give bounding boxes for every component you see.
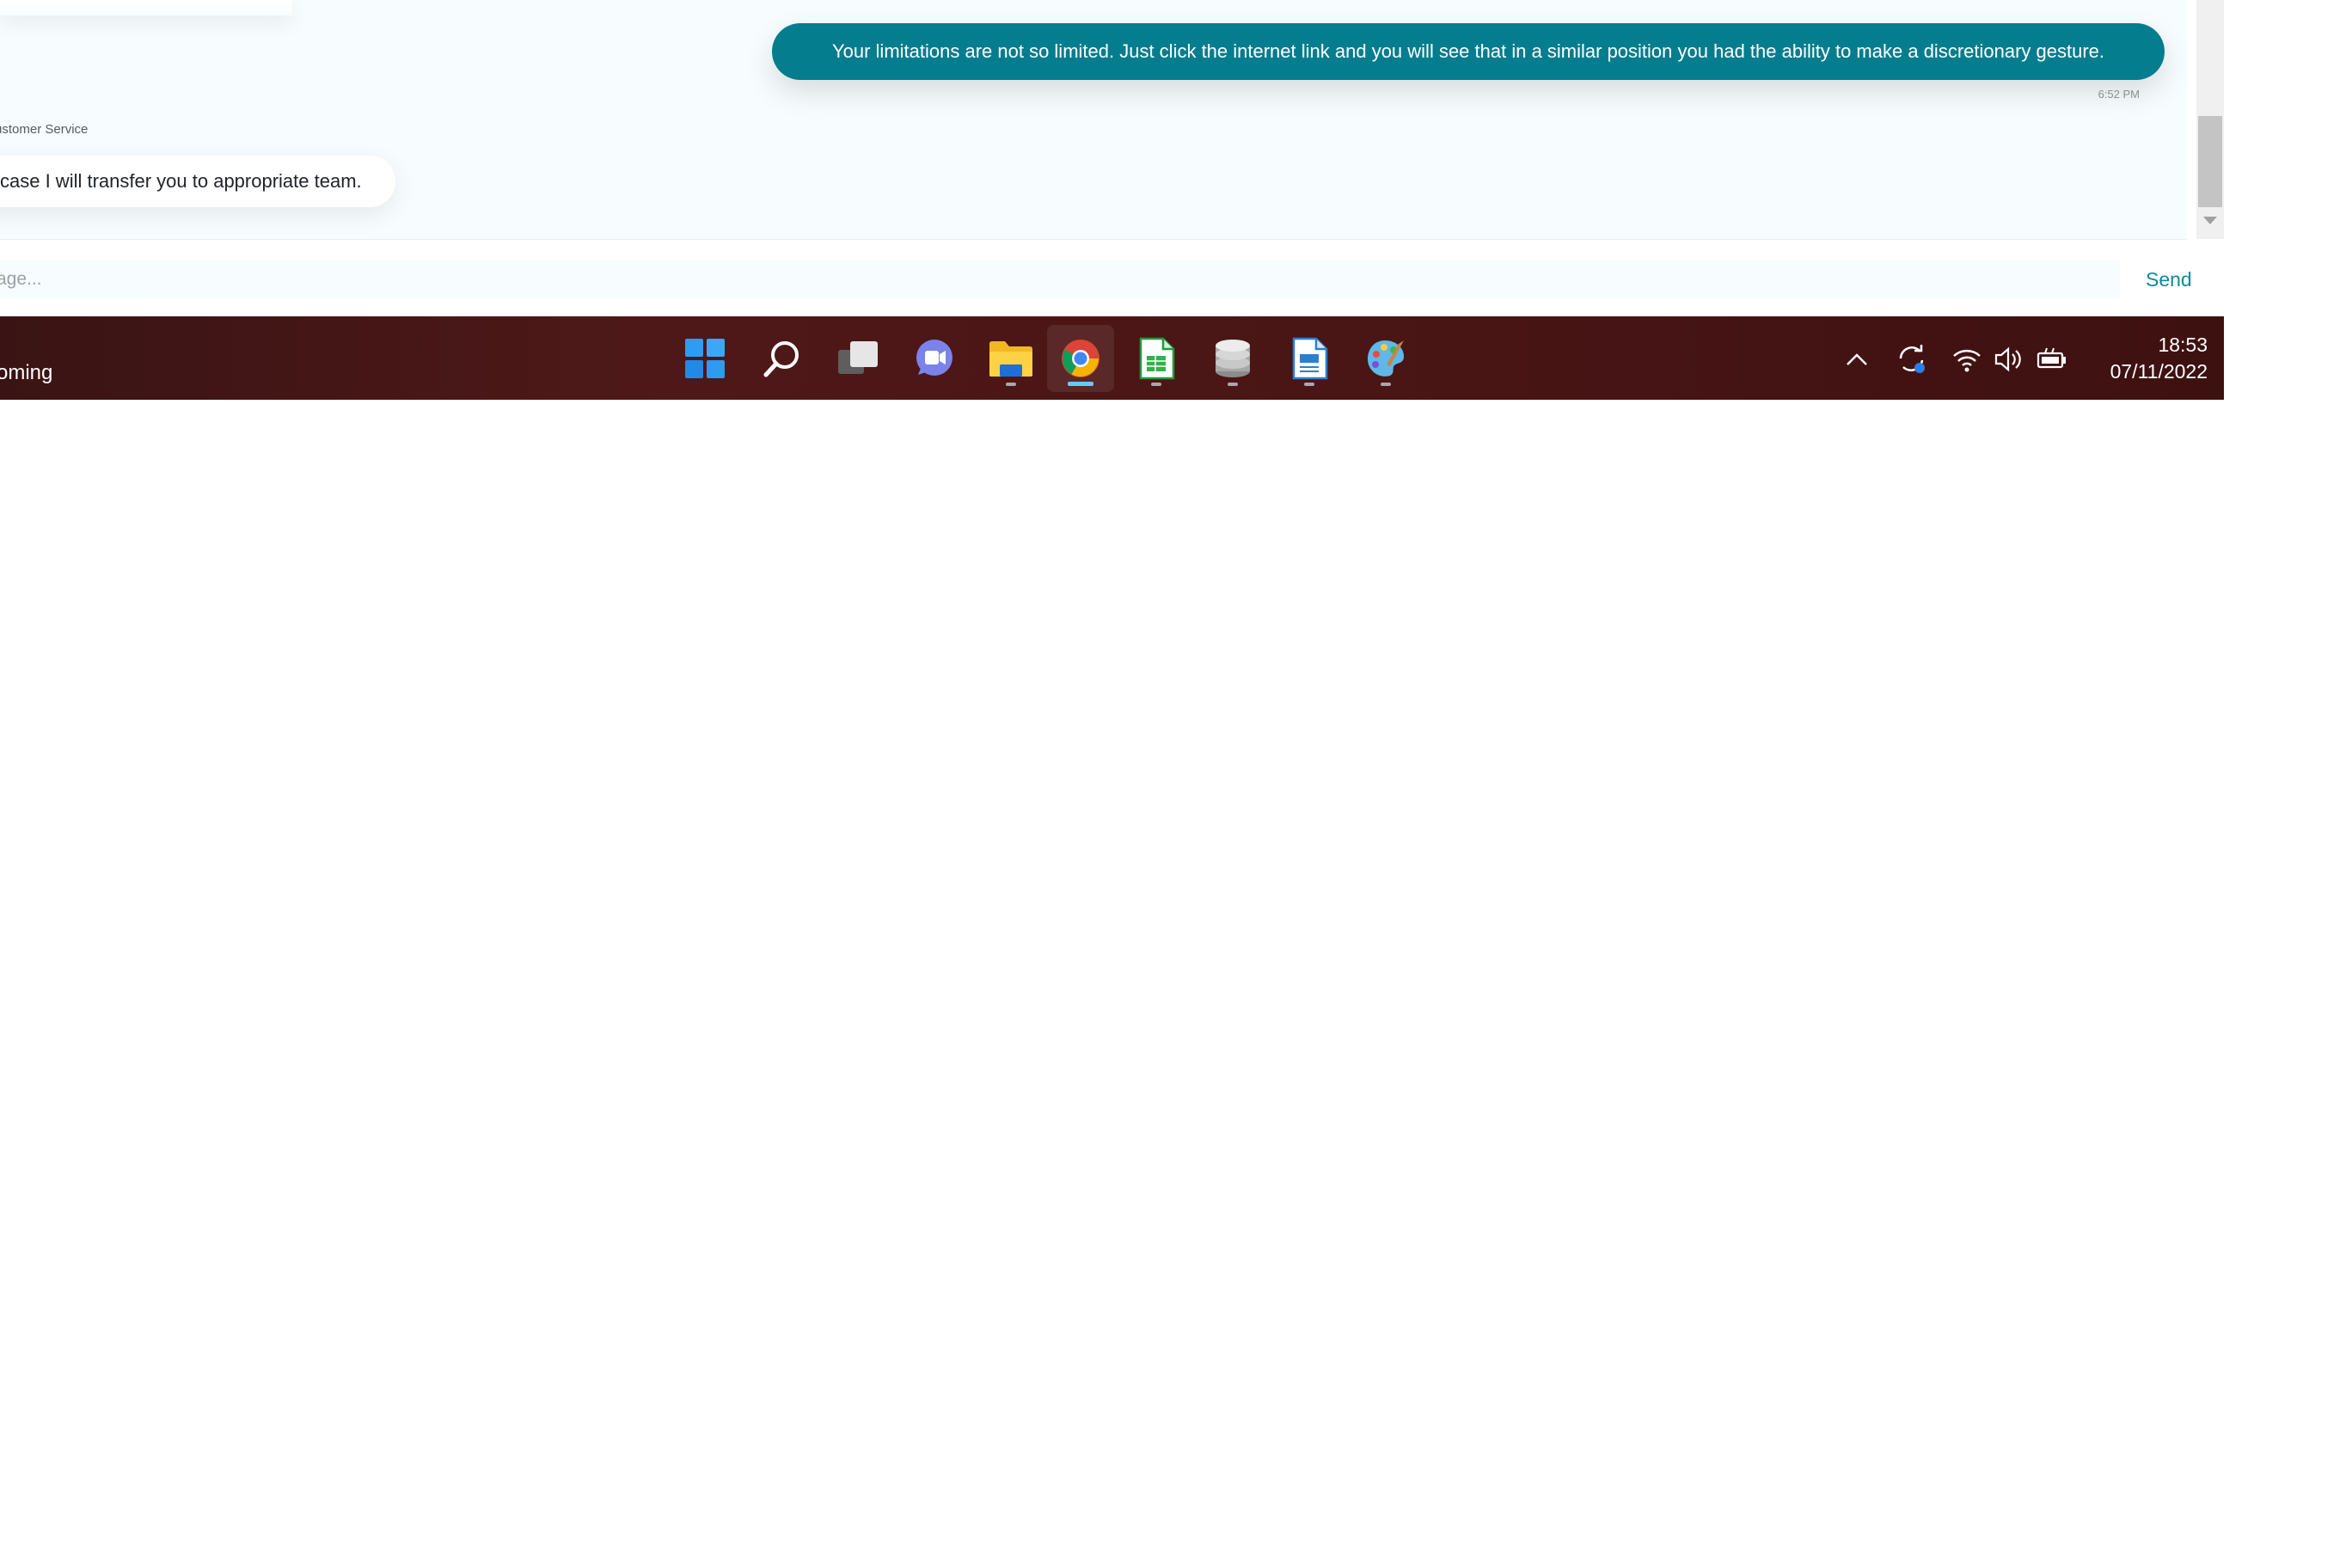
chevron-up-icon — [1847, 353, 1867, 365]
running-indicator — [1381, 383, 1391, 386]
spreadsheet-icon — [1139, 337, 1175, 380]
agent-message-bubble: case I will transfer you to appropriate … — [0, 156, 395, 207]
running-indicator — [1151, 383, 1161, 386]
file-explorer-icon — [989, 341, 1032, 377]
windows-taskbar: oming 18:53 07/11/2022 — [0, 316, 2224, 400]
running-indicator — [1006, 383, 1016, 386]
user-message-bubble: Your limitations are not so limited. Jus… — [772, 23, 2165, 80]
teams-chat-button[interactable] — [901, 325, 968, 392]
active-indicator — [1068, 382, 1093, 386]
message-composer: Send — [0, 240, 2224, 316]
database-icon — [1216, 340, 1250, 377]
task-view-button[interactable] — [824, 325, 891, 392]
document-app-button[interactable] — [1276, 325, 1343, 392]
file-explorer-button[interactable] — [977, 325, 1044, 392]
battery-button[interactable] — [2034, 342, 2068, 377]
search-button[interactable] — [748, 325, 815, 392]
start-button[interactable] — [671, 325, 738, 392]
volume-button[interactable] — [1991, 342, 2025, 377]
paint-icon — [1367, 340, 1405, 377]
running-indicator — [1228, 383, 1238, 386]
database-app-button[interactable] — [1199, 325, 1266, 392]
user-message-timestamp: 6:52 PM — [2098, 88, 2140, 101]
chrome-button[interactable] — [1047, 325, 1114, 392]
sync-icon — [1899, 345, 1925, 373]
previous-message-shadow — [0, 0, 292, 15]
start-icon — [685, 339, 725, 378]
running-indicator — [1304, 383, 1314, 386]
show-hidden-icons-button[interactable] — [1840, 342, 1874, 377]
system-clock[interactable]: 18:53 07/11/2022 — [2087, 332, 2208, 385]
chrome-icon — [1062, 340, 1099, 377]
chat-transcript: Your limitations are not so limited. Jus… — [0, 0, 2187, 240]
wifi-icon — [1953, 349, 1981, 372]
spreadsheet-app-button[interactable] — [1123, 325, 1190, 392]
weather-widget-text[interactable]: oming — [0, 361, 52, 385]
battery-icon — [2037, 347, 2066, 369]
document-icon — [1292, 337, 1328, 380]
search-icon — [763, 341, 799, 377]
agent-message-text: case I will transfer you to appropriate … — [0, 170, 362, 192]
sync-status-button[interactable] — [1895, 342, 1929, 377]
message-input[interactable] — [0, 260, 2120, 298]
chat-icon — [916, 340, 952, 376]
scroll-down-arrow-icon[interactable] — [2203, 217, 2217, 224]
task-view-icon — [838, 341, 878, 374]
user-message-text: Your limitations are not so limited. Jus… — [831, 40, 2105, 62]
agent-sender-label: ustomer Service — [0, 122, 89, 137]
volume-icon — [1994, 346, 2021, 372]
scrollbar-thumb[interactable] — [2198, 116, 2222, 207]
clock-date: 07/11/2022 — [2110, 360, 2208, 383]
network-button[interactable] — [1950, 342, 1984, 377]
send-button[interactable]: Send — [2139, 260, 2199, 298]
chat-scrollbar[interactable] — [2196, 0, 2224, 239]
paint-app-button[interactable] — [1352, 325, 1419, 392]
clock-time: 18:53 — [2158, 334, 2208, 356]
